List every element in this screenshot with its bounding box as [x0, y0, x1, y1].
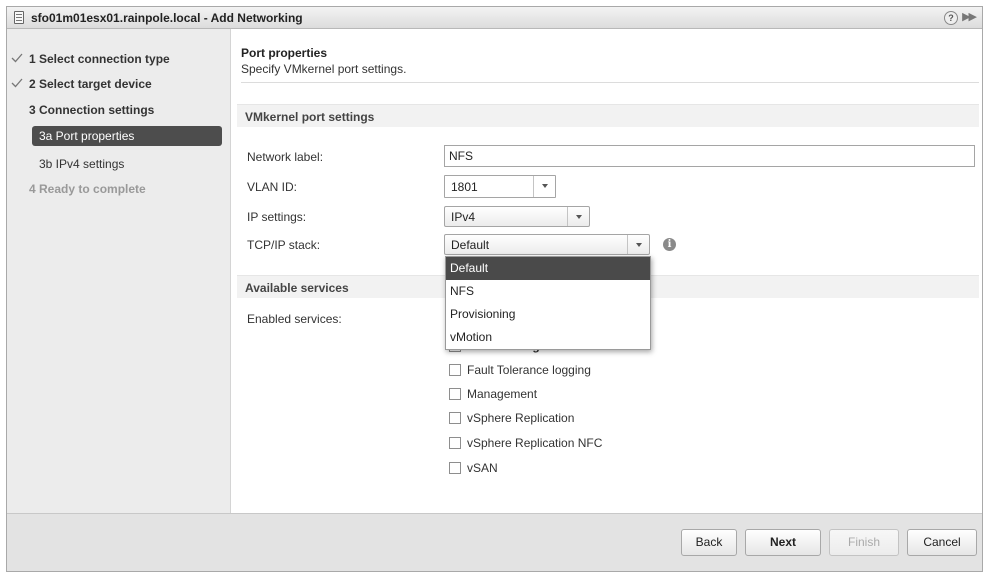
sidebar-item-label: 1 Select connection type — [29, 52, 170, 66]
tcpip-stack-label: TCP/IP stack: — [247, 238, 321, 252]
sidebar-item-label: 3 Connection settings — [29, 103, 155, 117]
header-divider — [241, 82, 979, 83]
checkmark-icon — [11, 78, 23, 88]
sidebar-item-connection-settings[interactable]: 3 Connection settings — [7, 100, 231, 120]
title-bar: sfo01m01esx01.rainpole.local - Add Netwo… — [7, 7, 982, 29]
window-title: sfo01m01esx01.rainpole.local - Add Netwo… — [31, 11, 303, 25]
section-heading: VMkernel port settings — [245, 110, 375, 124]
section-heading: Available services — [245, 281, 349, 295]
network-label-label: Network label: — [247, 150, 324, 164]
service-checkbox[interactable] — [449, 412, 461, 424]
service-checkbox[interactable] — [449, 462, 461, 474]
next-button[interactable]: Next — [745, 529, 821, 556]
sidebar-item-label: 2 Select target device — [29, 77, 152, 91]
tcpip-stack-select[interactable]: Default — [444, 234, 650, 255]
checkmark-icon — [11, 53, 23, 63]
sidebar-item-select-connection-type[interactable]: 1 Select connection type — [7, 49, 231, 69]
help-icon[interactable]: ? — [944, 11, 958, 25]
dropdown-option-nfs[interactable]: NFS — [446, 280, 650, 303]
back-button[interactable]: Back — [681, 529, 737, 556]
sidebar-item-label: 3b IPv4 settings — [39, 157, 125, 171]
service-label: vSAN — [467, 461, 498, 475]
service-label: Fault Tolerance logging — [467, 363, 591, 377]
vlan-id-label: VLAN ID: — [247, 180, 298, 194]
add-networking-dialog: sfo01m01esx01.rainpole.local - Add Netwo… — [6, 6, 983, 572]
info-icon[interactable]: i — [663, 238, 676, 251]
option-label: Default — [450, 261, 489, 275]
page-title: Port properties — [241, 46, 328, 60]
enabled-services-label: Enabled services: — [247, 312, 342, 326]
option-label: NFS — [450, 284, 474, 298]
finish-button: Finish — [829, 529, 899, 556]
ip-settings-label: IP settings: — [247, 210, 307, 224]
collapse-icon[interactable]: ▶▶ — [962, 10, 977, 23]
window-icon — [14, 11, 24, 24]
sidebar-item-ready-to-complete: 4 Ready to complete — [7, 179, 231, 199]
page-subtitle: Specify VMkernel port settings. — [241, 62, 407, 76]
chevron-down-icon[interactable] — [533, 176, 555, 197]
dropdown-option-provisioning[interactable]: Provisioning — [446, 303, 650, 326]
vlan-id-combobox[interactable]: 1801 — [444, 175, 556, 198]
option-label: vMotion — [450, 330, 493, 344]
service-label: vSphere Replication NFC — [467, 436, 603, 450]
ip-settings-value: IPv4 — [451, 210, 476, 224]
service-checkbox[interactable] — [449, 388, 461, 400]
ip-settings-select[interactable]: IPv4 — [444, 206, 590, 227]
vlan-id-value: 1801 — [451, 180, 478, 194]
sidebar-item-port-properties[interactable]: 3a Port properties — [32, 126, 222, 146]
cancel-button[interactable]: Cancel — [907, 529, 977, 556]
sidebar-item-ipv4-settings[interactable]: 3b IPv4 settings — [7, 154, 231, 174]
service-label: Management — [467, 387, 538, 401]
service-label: vSphere Replication — [467, 411, 575, 425]
tcpip-stack-dropdown-list: Default NFS Provisioning vMotion — [445, 256, 651, 350]
option-label: Provisioning — [450, 307, 516, 321]
service-checkbox[interactable] — [449, 437, 461, 449]
dropdown-option-vmotion[interactable]: vMotion — [446, 326, 650, 349]
wizard-steps-sidebar: 1 Select connection type 2 Select target… — [7, 29, 231, 513]
chevron-down-icon — [567, 207, 589, 226]
wizard-footer: Back Next Finish Cancel — [7, 513, 982, 571]
chevron-down-icon — [627, 235, 649, 254]
network-label-input[interactable] — [444, 145, 975, 167]
service-checkbox[interactable] — [449, 364, 461, 376]
tcpip-stack-value: Default — [451, 238, 490, 252]
dropdown-option-default[interactable]: Default — [446, 257, 650, 280]
main-content: Port properties Specify VMkernel port se… — [232, 29, 982, 513]
sidebar-item-label: 4 Ready to complete — [29, 182, 146, 196]
vmkernel-port-settings-header: VMkernel port settings — [237, 104, 979, 127]
sidebar-item-label: 3a Port properties — [39, 129, 135, 143]
sidebar-item-select-target-device[interactable]: 2 Select target device — [7, 74, 231, 94]
